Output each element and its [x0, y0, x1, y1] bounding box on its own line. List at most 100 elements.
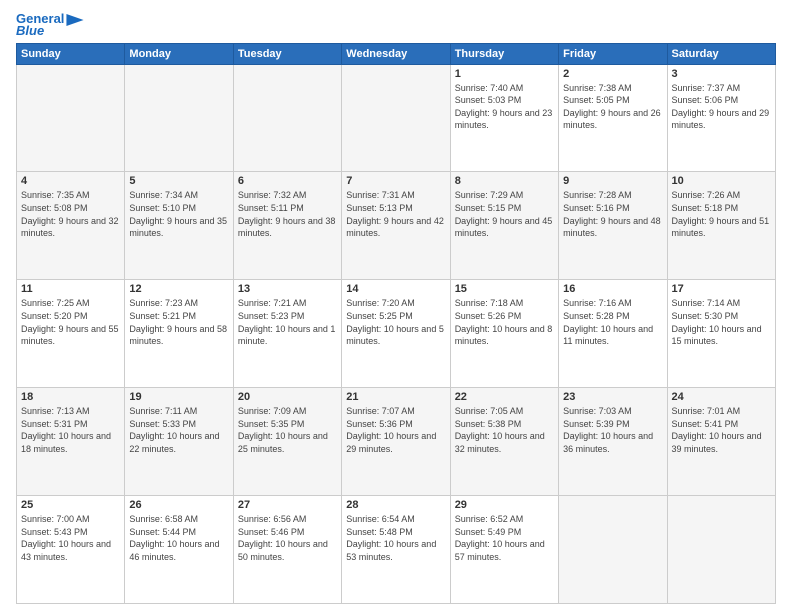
day-info: Sunrise: 7:03 AMSunset: 5:39 PMDaylight:…	[563, 405, 662, 455]
day-number: 16	[563, 283, 662, 295]
day-info: Sunrise: 7:29 AMSunset: 5:15 PMDaylight:…	[455, 189, 554, 239]
calendar-cell: 21 Sunrise: 7:07 AMSunset: 5:36 PMDayligh…	[342, 388, 450, 496]
day-number: 17	[672, 283, 771, 295]
day-info: Sunrise: 7:09 AMSunset: 5:35 PMDaylight:…	[238, 405, 337, 455]
calendar-week-row: 18 Sunrise: 7:13 AMSunset: 5:31 PMDayligh…	[17, 388, 776, 496]
logo-blue-text: Blue	[16, 24, 44, 38]
calendar-cell: 25Sunrise: 7:00 AMSunset: 5:43 PMDayligh…	[17, 496, 125, 604]
day-number: 13	[238, 283, 337, 295]
calendar-cell	[342, 64, 450, 172]
day-number: 24	[672, 391, 771, 403]
calendar-cell	[667, 496, 775, 604]
day-info: Sunrise: 7:01 AMSunset: 5:41 PMDaylight:…	[672, 405, 771, 455]
day-number: 1	[455, 68, 554, 80]
day-info: Sunrise: 7:32 AMSunset: 5:11 PMDaylight:…	[238, 189, 337, 239]
calendar-cell: 6 Sunrise: 7:32 AMSunset: 5:11 PMDaylight…	[233, 172, 341, 280]
day-info: Sunrise: 7:40 AMSunset: 5:03 PMDaylight:…	[455, 82, 554, 132]
calendar-week-row: 25Sunrise: 7:00 AMSunset: 5:43 PMDayligh…	[17, 496, 776, 604]
header: General Blue	[16, 12, 776, 39]
weekday-header-thursday: Thursday	[450, 43, 558, 64]
day-info: Sunrise: 7:00 AMSunset: 5:43 PMDaylight:…	[21, 513, 120, 563]
day-number: 7	[346, 175, 445, 187]
calendar-cell	[17, 64, 125, 172]
day-number: 12	[129, 283, 228, 295]
calendar-cell: 28Sunrise: 6:54 AMSunset: 5:48 PMDayligh…	[342, 496, 450, 604]
day-info: Sunrise: 7:14 AMSunset: 5:30 PMDaylight:…	[672, 297, 771, 347]
calendar-cell: 26 Sunrise: 6:58 AMSunset: 5:44 PMDayligh…	[125, 496, 233, 604]
day-info: Sunrise: 7:31 AMSunset: 5:13 PMDaylight:…	[346, 189, 445, 239]
day-number: 29	[455, 499, 554, 511]
calendar-table: SundayMondayTuesdayWednesdayThursdayFrid…	[16, 43, 776, 604]
day-number: 18	[21, 391, 120, 403]
weekday-header-sunday: Sunday	[17, 43, 125, 64]
day-info: Sunrise: 7:13 AMSunset: 5:31 PMDaylight:…	[21, 405, 120, 455]
weekday-header-saturday: Saturday	[667, 43, 775, 64]
day-info: Sunrise: 7:11 AMSunset: 5:33 PMDaylight:…	[129, 405, 228, 455]
day-number: 11	[21, 283, 120, 295]
day-info: Sunrise: 7:21 AMSunset: 5:23 PMDaylight:…	[238, 297, 337, 347]
calendar-cell: 17 Sunrise: 7:14 AMSunset: 5:30 PMDayligh…	[667, 280, 775, 388]
calendar-body: 1 Sunrise: 7:40 AMSunset: 5:03 PMDaylight…	[17, 64, 776, 603]
calendar-cell: 23Sunrise: 7:03 AMSunset: 5:39 PMDayligh…	[559, 388, 667, 496]
calendar-cell	[559, 496, 667, 604]
day-info: Sunrise: 7:34 AMSunset: 5:10 PMDaylight:…	[129, 189, 228, 239]
day-info: Sunrise: 7:07 AMSunset: 5:36 PMDaylight:…	[346, 405, 445, 455]
day-info: Sunrise: 7:37 AMSunset: 5:06 PMDaylight:…	[672, 82, 771, 132]
calendar-cell: 16 Sunrise: 7:16 AMSunset: 5:28 PMDayligh…	[559, 280, 667, 388]
calendar-cell: 8 Sunrise: 7:29 AMSunset: 5:15 PMDaylight…	[450, 172, 558, 280]
day-number: 9	[563, 175, 662, 187]
day-number: 21	[346, 391, 445, 403]
calendar-cell	[125, 64, 233, 172]
logo: General Blue	[16, 12, 84, 39]
calendar-cell: 4Sunrise: 7:35 AMSunset: 5:08 PMDaylight…	[17, 172, 125, 280]
day-info: Sunrise: 7:20 AMSunset: 5:25 PMDaylight:…	[346, 297, 445, 347]
day-info: Sunrise: 6:58 AMSunset: 5:44 PMDaylight:…	[129, 513, 228, 563]
calendar-cell: 2 Sunrise: 7:38 AMSunset: 5:05 PMDaylight…	[559, 64, 667, 172]
calendar-cell: 11 Sunrise: 7:25 AMSunset: 5:20 PMDayligh…	[17, 280, 125, 388]
day-info: Sunrise: 7:18 AMSunset: 5:26 PMDaylight:…	[455, 297, 554, 347]
weekday-header-tuesday: Tuesday	[233, 43, 341, 64]
day-number: 6	[238, 175, 337, 187]
calendar-cell: 1 Sunrise: 7:40 AMSunset: 5:03 PMDaylight…	[450, 64, 558, 172]
weekday-header-monday: Monday	[125, 43, 233, 64]
weekday-header-wednesday: Wednesday	[342, 43, 450, 64]
calendar-cell: 22 Sunrise: 7:05 AMSunset: 5:38 PMDayligh…	[450, 388, 558, 496]
calendar-cell: 19Sunrise: 7:11 AMSunset: 5:33 PMDayligh…	[125, 388, 233, 496]
calendar-cell: 20 Sunrise: 7:09 AMSunset: 5:35 PMDayligh…	[233, 388, 341, 496]
calendar-cell: 12Sunrise: 7:23 AMSunset: 5:21 PMDayligh…	[125, 280, 233, 388]
calendar-header-row: SundayMondayTuesdayWednesdayThursdayFrid…	[17, 43, 776, 64]
day-info: Sunrise: 7:38 AMSunset: 5:05 PMDaylight:…	[563, 82, 662, 132]
day-info: Sunrise: 7:26 AMSunset: 5:18 PMDaylight:…	[672, 189, 771, 239]
calendar-cell: 3 Sunrise: 7:37 AMSunset: 5:06 PMDaylight…	[667, 64, 775, 172]
day-number: 8	[455, 175, 554, 187]
calendar-cell: 18 Sunrise: 7:13 AMSunset: 5:31 PMDayligh…	[17, 388, 125, 496]
calendar-cell: 5 Sunrise: 7:34 AMSunset: 5:10 PMDaylight…	[125, 172, 233, 280]
calendar-cell: 9 Sunrise: 7:28 AMSunset: 5:16 PMDaylight…	[559, 172, 667, 280]
day-number: 3	[672, 68, 771, 80]
logo-icon	[66, 14, 84, 26]
calendar-cell: 15Sunrise: 7:18 AMSunset: 5:26 PMDayligh…	[450, 280, 558, 388]
day-info: Sunrise: 6:56 AMSunset: 5:46 PMDaylight:…	[238, 513, 337, 563]
weekday-header-friday: Friday	[559, 43, 667, 64]
day-info: Sunrise: 7:05 AMSunset: 5:38 PMDaylight:…	[455, 405, 554, 455]
day-number: 20	[238, 391, 337, 403]
day-number: 2	[563, 68, 662, 80]
calendar-cell: 29 Sunrise: 6:52 AMSunset: 5:49 PMDayligh…	[450, 496, 558, 604]
day-number: 22	[455, 391, 554, 403]
day-number: 4	[21, 175, 120, 187]
calendar-cell	[233, 64, 341, 172]
calendar-cell: 24 Sunrise: 7:01 AMSunset: 5:41 PMDayligh…	[667, 388, 775, 496]
day-info: Sunrise: 7:25 AMSunset: 5:20 PMDaylight:…	[21, 297, 120, 347]
day-info: Sunrise: 6:52 AMSunset: 5:49 PMDaylight:…	[455, 513, 554, 563]
day-info: Sunrise: 7:28 AMSunset: 5:16 PMDaylight:…	[563, 189, 662, 239]
day-number: 28	[346, 499, 445, 511]
day-number: 5	[129, 175, 228, 187]
day-number: 26	[129, 499, 228, 511]
day-number: 10	[672, 175, 771, 187]
calendar-cell: 13 Sunrise: 7:21 AMSunset: 5:23 PMDayligh…	[233, 280, 341, 388]
day-number: 27	[238, 499, 337, 511]
day-info: Sunrise: 7:16 AMSunset: 5:28 PMDaylight:…	[563, 297, 662, 347]
page: General Blue SundayMondayTuesdayWednesda…	[0, 0, 792, 612]
calendar-cell: 27 Sunrise: 6:56 AMSunset: 5:46 PMDayligh…	[233, 496, 341, 604]
calendar-week-row: 11 Sunrise: 7:25 AMSunset: 5:20 PMDayligh…	[17, 280, 776, 388]
